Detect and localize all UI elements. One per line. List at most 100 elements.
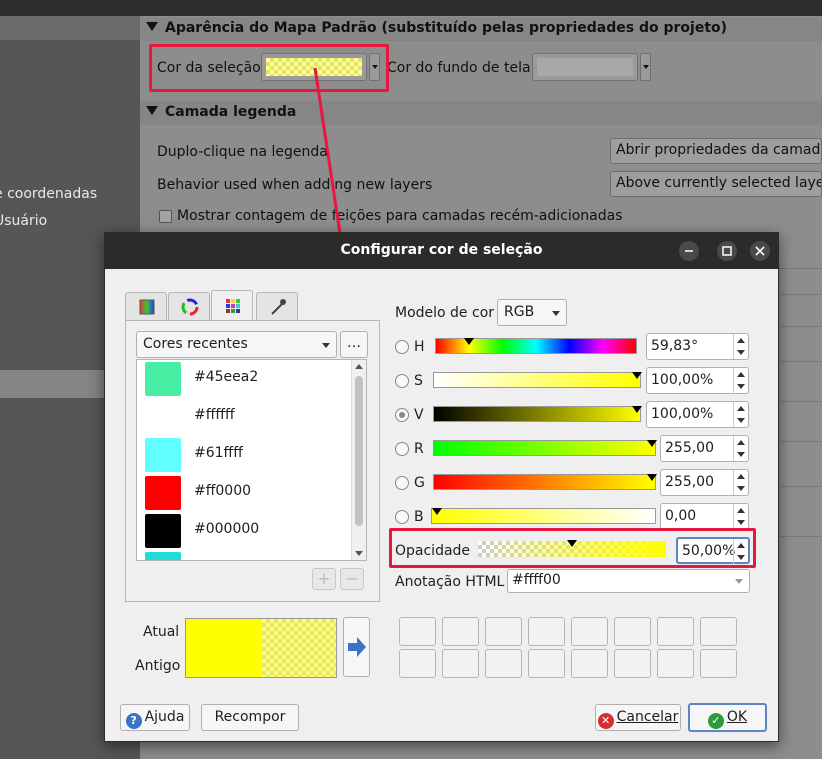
custom-swatch[interactable] [700,617,737,646]
cancel-button-label: Cancelar [616,709,679,725]
scroll-down-icon[interactable] [355,551,363,556]
remove-color-button[interactable]: − [340,568,364,590]
palette-menu-button[interactable]: … [340,331,368,358]
spin-arrows-icon[interactable] [733,368,748,393]
html-notation-input[interactable]: #ffff00 [507,569,750,593]
radio-b[interactable] [395,510,409,524]
slider-s[interactable] [433,372,642,388]
custom-swatch[interactable] [571,617,608,646]
spin-arrows-icon[interactable] [733,470,748,495]
spin-arrows-icon[interactable] [733,402,748,427]
scrollbar-thumb[interactable] [355,376,363,526]
collapse-arrow-icon[interactable] [146,22,158,31]
custom-swatch[interactable] [399,649,436,678]
list-item[interactable]: #ff0000 [137,474,353,512]
double-click-combo[interactable]: Abrir propriedades da camada [610,138,822,164]
spin-r[interactable]: 255,00 [660,435,749,462]
radio-h[interactable] [395,340,409,354]
spin-g[interactable]: 255,00 [660,469,749,496]
slider-v-marker[interactable] [632,406,642,413]
tab-swatch-grid[interactable] [211,290,253,320]
cancel-button[interactable]: ✕ Cancelar [595,704,681,731]
custom-swatch[interactable] [485,649,522,678]
custom-swatch[interactable] [485,617,522,646]
custom-swatch[interactable] [614,617,651,646]
custom-swatch[interactable] [399,617,436,646]
palette-combo[interactable]: Cores recentes [136,331,337,358]
apply-color-button[interactable] [343,617,370,677]
radio-s[interactable] [395,374,409,388]
slider-h-marker[interactable] [464,338,474,345]
tab-color-ramp[interactable] [125,292,167,320]
behavior-combo[interactable]: Above currently selected layer [610,171,822,197]
custom-swatch[interactable] [700,649,737,678]
radio-v[interactable] [395,408,409,422]
spin-arrows-icon[interactable] [733,504,748,529]
list-item[interactable]: #45eea2 [137,360,353,398]
spin-h[interactable]: 59,83° [646,333,749,360]
collapse-arrow-icon[interactable] [146,106,158,115]
custom-swatch[interactable] [442,617,479,646]
list-item[interactable]: #61ffff [137,436,353,474]
sidebar-item-user[interactable]: Usuário [0,213,47,229]
radio-g[interactable] [395,476,409,490]
spin-arrows-icon[interactable] [733,334,748,359]
dialog-titlebar[interactable]: Configurar cor de seleção [105,233,778,269]
spin-v[interactable]: 100,00% [646,401,749,428]
background-color-dropdown[interactable] [640,53,651,81]
slider-r[interactable] [433,440,657,456]
minimize-icon[interactable] [679,241,699,261]
slider-r-marker[interactable] [647,440,657,447]
close-icon[interactable] [750,241,770,261]
spin-b[interactable]: 0,00 [660,503,749,530]
maximize-icon[interactable] [717,241,737,261]
channel-h-label: H [414,339,425,355]
list-scrollbar[interactable] [351,360,366,560]
color-hex-label: #ffffff [194,407,235,423]
custom-swatch[interactable] [528,617,565,646]
slider-s-marker[interactable] [632,372,642,379]
list-item[interactable]: #ffffff [137,398,353,436]
slider-g[interactable] [433,474,657,490]
slider-v[interactable] [433,406,642,422]
show-count-label: Mostrar contagem de feições para camadas… [177,208,623,224]
show-count-checkbox[interactable] [159,210,172,223]
custom-swatch[interactable] [657,617,694,646]
custom-swatch[interactable] [571,649,608,678]
radio-r[interactable] [395,442,409,456]
group-map-appearance-header[interactable]: Aparência do Mapa Padrão (substituído pe… [140,17,822,41]
spin-s[interactable]: 100,00% [646,367,749,394]
background-color-swatch [537,58,633,76]
recent-colors-list[interactable]: #45eea2 #ffffff #61ffff #ff0000 #000000 … [136,359,367,561]
list-item[interactable]: #000000 [137,512,353,550]
background-color-button[interactable] [532,53,638,81]
channel-s-label: S [414,373,423,389]
tab-color-wheel[interactable] [168,292,210,320]
list-item[interactable]: #00dddd [137,550,353,560]
ok-button[interactable]: ✓ OK [688,703,767,732]
tab-eyedropper[interactable] [256,292,298,320]
color-swatch [145,476,181,510]
custom-swatch[interactable] [442,649,479,678]
custom-swatch[interactable] [657,649,694,678]
divider [780,441,822,442]
slider-b-marker[interactable] [432,508,442,515]
reset-button[interactable]: Recompor [201,704,299,731]
slider-b[interactable] [431,508,656,524]
help-button[interactable]: ? Ajuda [120,704,190,731]
add-color-button[interactable]: + [312,568,336,590]
group-layer-legend-header[interactable]: Camada legenda [140,101,822,125]
divider [780,294,822,295]
sidebar-item-coordinates[interactable]: e coordenadas [0,186,97,202]
color-model-combo[interactable]: RGB [497,299,567,326]
slider-h[interactable] [435,338,637,354]
color-model-label: Modelo de cor [395,305,495,321]
slider-g-marker[interactable] [647,474,657,481]
scroll-up-icon[interactable] [355,364,363,369]
chevron-down-icon[interactable] [735,579,743,584]
spin-arrows-icon[interactable] [733,436,748,461]
divider [780,361,822,362]
opaque-color-preview [186,619,262,677]
custom-swatch[interactable] [528,649,565,678]
custom-swatch[interactable] [614,649,651,678]
